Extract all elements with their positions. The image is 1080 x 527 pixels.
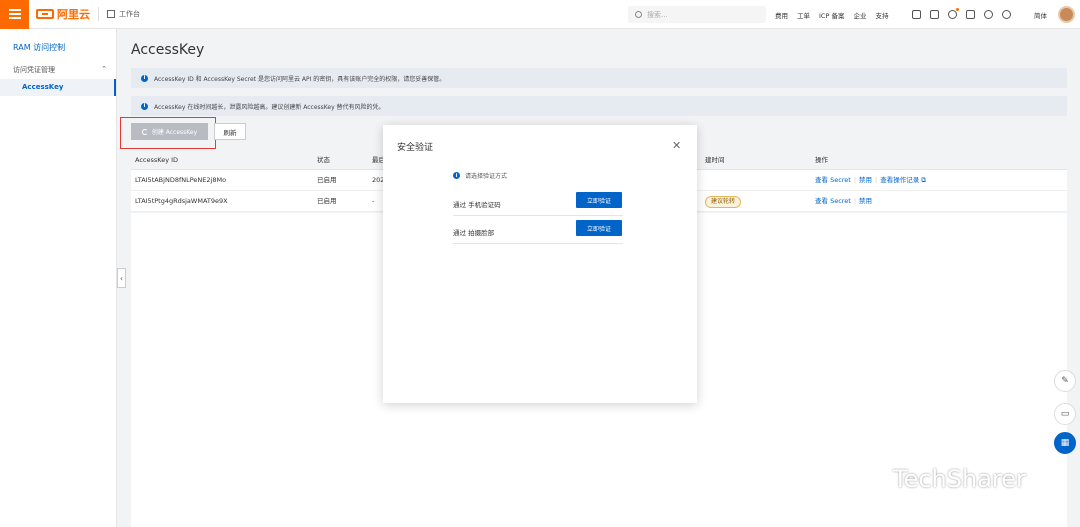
header-last-used: 建时间 (705, 156, 725, 164)
notice-text: AccessKey ID 和 AccessKey Secret 是您访问阿里云 … (154, 75, 446, 83)
menu-icon[interactable] (0, 0, 29, 29)
sidebar: RAM 访问控制 访问凭证管理 ⌃ AccessKey (0, 29, 117, 527)
chevron-up-icon: ⌃ (101, 65, 107, 73)
row-status: 已启用 (317, 197, 337, 205)
info-icon: i (141, 74, 148, 82)
info-icon: i (453, 172, 460, 179)
view-secret-link[interactable]: 查看 Secret (815, 176, 851, 184)
help-icon[interactable] (1002, 10, 1011, 19)
workbench-label: 工作台 (119, 10, 140, 18)
sidebar-title[interactable]: RAM 访问控制 (13, 42, 65, 53)
page-title: AccessKey (131, 42, 205, 58)
nav-tickets[interactable]: 工单 (797, 10, 810, 20)
highlight-box (120, 117, 216, 149)
row-created: - (372, 197, 375, 205)
top-icons (912, 0, 1020, 29)
workbench-link[interactable]: 工作台 (107, 9, 140, 19)
nav-support[interactable]: 支持 (875, 10, 888, 20)
verify-hint-text: 请选择验证方式 (465, 173, 508, 180)
sidebar-collapse-handle[interactable]: ‹ (117, 268, 126, 288)
logo-mark-icon (36, 9, 54, 19)
edit-icon[interactable]: ✎ (1054, 370, 1076, 392)
sidebar-group-label: 访问凭证管理 (13, 66, 55, 74)
divider (98, 7, 99, 21)
notice-text: AccessKey 在线时间越长，泄露风险越高。建议创建新 AccessKey … (154, 103, 385, 111)
verify-option-face: 通过 拍摄脸部 立即验证 (453, 220, 623, 244)
top-bar: 阿里云 工作台 搜索... 费用 工单 ICP 备案 企业 支持 简体 (0, 0, 1080, 29)
row-rotate-tag: 建议轮转 (705, 191, 742, 211)
sidebar-group-credentials[interactable]: 访问凭证管理 ⌃ (13, 65, 107, 75)
mail-icon[interactable] (930, 10, 939, 19)
disable-link[interactable]: 禁用 (859, 197, 872, 205)
security-verification-dialog: 安全验证 ✕ i 请选择验证方式 通过 手机验证码 立即验证 通过 拍摄脸部 立… (383, 125, 697, 403)
row-id: LTAI5tPtg4gRdsjaWMAT9e9X (135, 197, 228, 205)
info-icon: i (141, 102, 148, 110)
home-icon (107, 10, 115, 18)
view-secret-link[interactable]: 查看 Secret (815, 197, 851, 205)
nav-billing[interactable]: 费用 (775, 10, 788, 20)
verify-hint: i 请选择验证方式 (453, 171, 507, 180)
apps-icon[interactable]: ▦ (1054, 432, 1076, 454)
search-icon (635, 11, 642, 18)
header-actions: 操作 (815, 156, 828, 164)
language-switch[interactable]: 简体 (1034, 10, 1047, 20)
verify-option-label: 通过 拍摄脸部 (453, 229, 495, 237)
header-status: 状态 (317, 156, 330, 164)
notification-dot (956, 8, 959, 11)
verify-face-button[interactable]: 立即验证 (576, 220, 622, 236)
top-nav: 费用 工单 ICP 备案 企业 支持 (775, 0, 897, 29)
nav-icp[interactable]: ICP 备案 (819, 10, 844, 20)
header-id: AccessKey ID (135, 156, 179, 164)
logo-text: 阿里云 (57, 8, 90, 21)
nav-enterprise[interactable]: 企业 (853, 10, 866, 20)
verify-option-sms: 通过 手机验证码 立即验证 (453, 192, 623, 216)
search-placeholder: 搜索... (647, 10, 668, 19)
cart-icon[interactable] (966, 10, 975, 19)
bell-icon[interactable] (948, 8, 959, 19)
terminal-icon[interactable] (912, 10, 921, 19)
watermark-text: TechSharer (893, 465, 1026, 493)
feedback-icon[interactable]: ▭ (1054, 403, 1076, 425)
dialog-title: 安全验证 (397, 143, 434, 153)
row-actions: 查看 Secret | 禁用 (815, 197, 873, 205)
disable-link[interactable]: 禁用 (859, 176, 872, 184)
refresh-button[interactable]: 刷新 (214, 123, 246, 140)
notice-banner: i AccessKey 在线时间越长，泄露风险越高。建议创建新 AccessKe… (131, 96, 1067, 116)
notice-banner: i AccessKey ID 和 AccessKey Secret 是您访问阿里… (131, 68, 1067, 88)
sidebar-item-accesskey[interactable]: AccessKey (0, 79, 116, 96)
verify-option-label: 通过 手机验证码 (453, 201, 501, 209)
watermark: TechSharer (855, 465, 1026, 493)
row-actions: 查看 Secret | 禁用 | 查看操作记录 ⧉ (815, 176, 926, 184)
row-status: 已启用 (317, 176, 337, 184)
avatar[interactable] (1058, 6, 1075, 23)
view-log-link[interactable]: 查看操作记录 (880, 176, 919, 184)
external-link-icon: ⧉ (919, 176, 926, 184)
close-icon[interactable]: ✕ (672, 139, 681, 152)
location-icon[interactable] (984, 10, 993, 19)
verify-sms-button[interactable]: 立即验证 (576, 192, 622, 208)
search-input[interactable]: 搜索... (628, 6, 766, 23)
wechat-icon (855, 467, 885, 491)
row-id: LTAI5tABjND8fNLPeNE2j8Mo (135, 176, 227, 184)
rotate-badge: 建议轮转 (705, 196, 742, 208)
aliyun-logo[interactable]: 阿里云 (36, 6, 90, 22)
